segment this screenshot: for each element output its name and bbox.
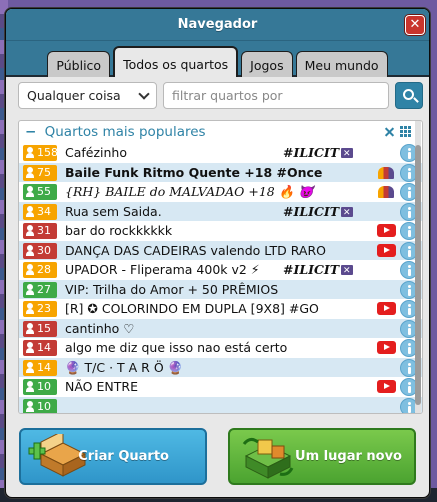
- room-row[interactable]: 30 DANÇA DAS CADEIRAS valendo LTD RARO: [19, 240, 422, 260]
- close-button[interactable]: ✕: [405, 15, 425, 35]
- room-row[interactable]: 75 Baile Funk Ritmo Quente +18 #Once: [19, 162, 422, 182]
- room-row[interactable]: 55 {RH} BAILE do MALVADAO +18 🔥 😈: [19, 182, 422, 202]
- youtube-icon: [377, 380, 396, 393]
- create-room-button[interactable]: Criar Quarto: [19, 428, 207, 485]
- room-row[interactable]: 31 bar do rockkkkkk: [19, 221, 422, 241]
- room-name: DANÇA DAS CADEIRAS valendo LTD RARO: [65, 242, 326, 258]
- chevron-down-icon: [138, 88, 150, 100]
- user-count-badge: 75: [23, 164, 57, 181]
- tab-my-world[interactable]: Meu mundo: [295, 51, 388, 77]
- youtube-icon: [377, 341, 396, 354]
- group-icon: [378, 166, 394, 179]
- user-count-badge: 10: [23, 379, 57, 395]
- room-search-input[interactable]: [163, 82, 389, 109]
- grid-view-icon[interactable]: [400, 126, 412, 137]
- room-row[interactable]: 14 algo me diz que isso nao está certo: [19, 338, 422, 358]
- random-room-button[interactable]: Um lugar novo: [228, 428, 416, 485]
- room-row[interactable]: 10: [19, 396, 422, 413]
- tab-bar: Público Todos os quartos Jogos Meu mundo: [6, 41, 429, 77]
- youtube-icon: [377, 243, 396, 257]
- tag-badge-icon: [341, 262, 353, 282]
- tag-badge-icon: [341, 204, 353, 223]
- user-count-badge: 55: [23, 184, 57, 200]
- user-count-badge: 31: [23, 223, 57, 239]
- room-row[interactable]: 15 cantinho ♡: [19, 318, 422, 338]
- category-title: Quartos mais populares: [44, 124, 206, 140]
- room-tag: #ILICIT: [283, 145, 340, 160]
- room-name: [R] ✪ COLORINDO EM DUPLA [9X8] #GO: [65, 301, 319, 316]
- room-tag: #ILICIT: [283, 203, 340, 219]
- room-name: VIP: Trilha do Amor + 50 PRÊMIOS: [65, 281, 279, 297]
- user-count-badge: 27: [23, 281, 57, 298]
- room-row[interactable]: 158 Cafézinho #ILICIT: [19, 143, 422, 165]
- user-count-badge: 23: [23, 301, 57, 317]
- category-header[interactable]: − Quartos mais populares: [19, 121, 422, 143]
- room-row[interactable]: 28 UPADOR - Fliperama 400k v2 ⚡ #ILICIT: [19, 260, 422, 282]
- room-row[interactable]: 34 Rua sem Saida. #ILICIT: [19, 201, 422, 223]
- random-room-icon: [242, 437, 294, 479]
- room-row[interactable]: 14 🔮 T/C · T A R Ö 🔮: [19, 357, 422, 377]
- room-row[interactable]: 27 VIP: Trilha do Amor + 50 PRÊMIOS: [19, 279, 422, 299]
- user-count-badge: 15: [23, 320, 57, 337]
- room-name: NÃO ENTRE: [65, 379, 138, 394]
- close-icon: ✕: [409, 17, 421, 32]
- expand-icon[interactable]: [384, 126, 395, 137]
- search-button[interactable]: [395, 82, 423, 109]
- room-name: {RH} BAILE do MALVADAO +18 🔥 😈: [65, 184, 314, 199]
- tag-badge-icon: [341, 145, 353, 165]
- room-list: 158Cafézinho#ILICIT75 Baile Funk Ritmo Qu…: [19, 143, 422, 413]
- create-room-label: Criar Quarto: [78, 449, 169, 464]
- user-count-badge: 10: [23, 398, 57, 413]
- room-name: bar do rockkkkkk: [65, 223, 173, 238]
- user-count-badge: 28: [23, 262, 57, 278]
- filter-type-select[interactable]: Qualquer coisa: [18, 82, 157, 109]
- user-count-badge: 30: [23, 242, 57, 259]
- user-count-badge: 14: [23, 359, 57, 376]
- scrollbar[interactable]: [415, 121, 421, 413]
- tab-all-rooms[interactable]: Todos os quartos: [113, 46, 239, 77]
- user-count-badge: 34: [23, 203, 57, 220]
- tab-public[interactable]: Público: [47, 51, 111, 77]
- window-title: Navegador: [177, 17, 258, 32]
- tab-games[interactable]: Jogos: [241, 51, 293, 77]
- room-list-panel: − Quartos mais populares 158 Cafézinho #IL…: [18, 120, 423, 414]
- room-name: algo me diz que isso nao está certo: [65, 340, 288, 355]
- room-row[interactable]: 10 NÃO ENTRE: [19, 377, 422, 397]
- youtube-icon: [377, 224, 396, 237]
- room-name: cantinho ♡: [65, 320, 135, 336]
- navigator-window: Navegador ✕ Público Todos os quartos Jog…: [5, 8, 430, 498]
- room-row[interactable]: 23 [R] ✪ COLORINDO EM DUPLA [9X8] #GO: [19, 299, 422, 319]
- window-titlebar[interactable]: Navegador ✕: [6, 9, 429, 41]
- room-tag: #ILICIT: [283, 262, 340, 277]
- user-count-badge: 158: [23, 145, 58, 161]
- filter-type-value: Qualquer coisa: [27, 88, 121, 103]
- room-name: Baile Funk Ritmo Quente +18 #Once: [65, 164, 323, 180]
- scrollbar-thumb[interactable]: [415, 145, 421, 405]
- youtube-icon: [377, 302, 396, 315]
- group-icon: [378, 186, 394, 198]
- room-name: 🔮 T/C · T A R Ö 🔮: [65, 359, 184, 375]
- search-icon-handle: [413, 97, 419, 103]
- random-room-label: Um lugar novo: [295, 449, 402, 464]
- collapse-icon[interactable]: −: [25, 124, 36, 140]
- filter-bar: Qualquer coisa: [6, 81, 429, 117]
- user-count-badge: 14: [23, 340, 57, 356]
